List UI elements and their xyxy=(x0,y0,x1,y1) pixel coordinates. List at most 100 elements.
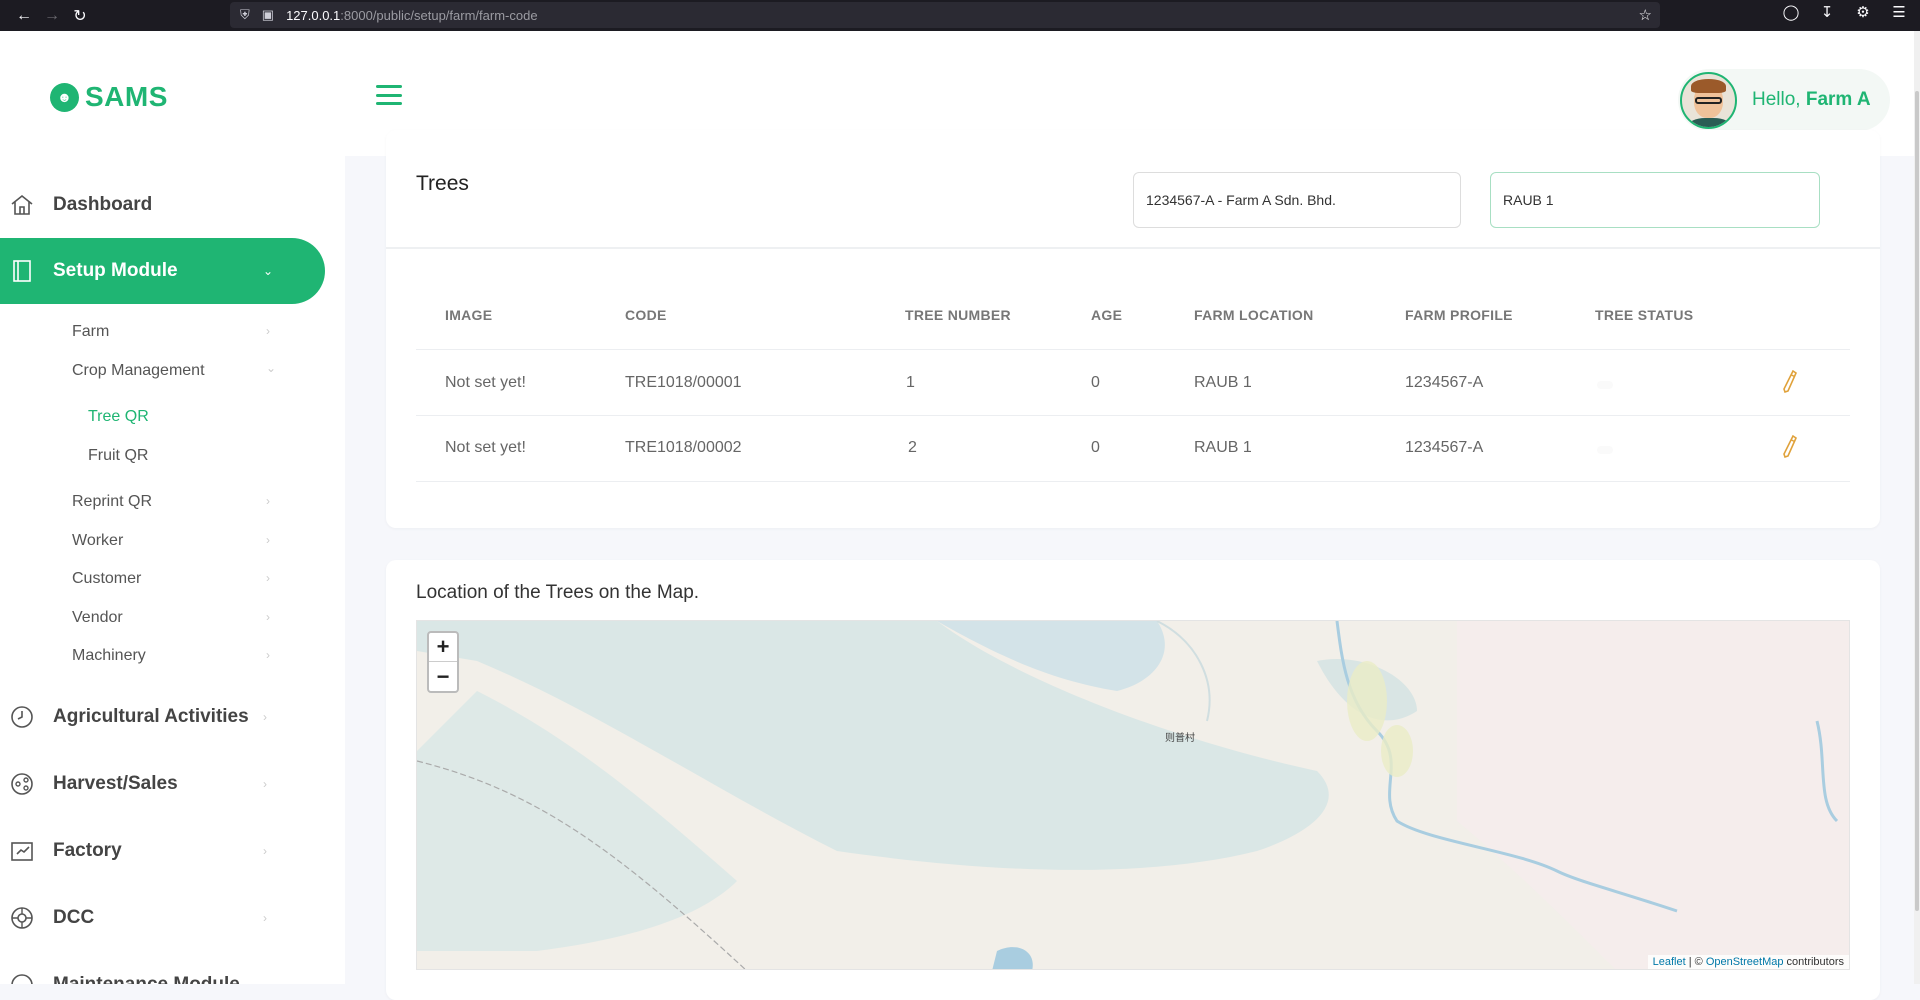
chevron-right-icon: › xyxy=(263,710,267,724)
url-path: :8000/public/setup/farm/farm-code xyxy=(340,7,538,23)
hamburger-menu-icon[interactable] xyxy=(376,85,402,105)
sidebar-sub-farm[interactable]: Farm xyxy=(72,323,109,341)
edit-pencil-icon[interactable] xyxy=(1779,369,1801,395)
chevron-right-icon: › xyxy=(266,648,270,662)
cell-farm-profile: 1234567-A xyxy=(1405,439,1484,456)
chevron-down-icon: ⌄ xyxy=(266,361,277,375)
row-divider xyxy=(416,415,1850,416)
column-header-tree-status: TREE STATUS xyxy=(1595,307,1694,323)
page-icon: ▣ xyxy=(261,7,275,22)
cell-code: TRE1018/00002 xyxy=(625,439,742,456)
user-greeting: Hello, Farm A xyxy=(1752,89,1871,110)
trees-title: Trees xyxy=(416,172,469,195)
bookmark-star-icon[interactable]: ☆ xyxy=(1639,6,1652,24)
chevron-right-icon: › xyxy=(266,494,270,508)
zoom-control: + − xyxy=(427,631,459,693)
status-badge xyxy=(1597,446,1613,454)
sidebar-sub-crop-management[interactable]: Crop Management xyxy=(72,362,205,380)
map-card: Location of the Trees on the Map. 则普村 + … xyxy=(386,560,1880,1000)
book-icon xyxy=(9,259,35,283)
factory-icon xyxy=(9,839,35,863)
zoom-in-button[interactable]: + xyxy=(429,633,457,662)
sidebar-sub-reprint-qr[interactable]: Reprint QR xyxy=(72,493,152,511)
map-attribution: Leaflet | © OpenStreetMap contributors xyxy=(1647,955,1849,969)
row-divider xyxy=(416,349,1850,350)
logo-text: SAMS xyxy=(85,81,168,112)
reload-icon[interactable]: ↻ xyxy=(66,2,94,30)
user-profile-chip[interactable]: Hello, Farm A xyxy=(1678,69,1890,131)
cell-age: 0 xyxy=(1091,374,1100,391)
cell-farm-profile: 1234567-A xyxy=(1405,374,1484,391)
sidebar-sub-customer[interactable]: Customer xyxy=(72,570,141,588)
address-bar[interactable]: ⛨ ▣ 127.0.0.1:8000/public/setup/farm/far… xyxy=(230,2,1660,28)
sidebar-item-setup-module[interactable]: Setup Module ⌄ xyxy=(0,238,325,304)
chevron-right-icon: › xyxy=(263,911,267,925)
logo-icon: ☻ xyxy=(50,82,79,112)
status-badge xyxy=(1597,381,1613,389)
chevron-right-icon: › xyxy=(266,571,270,585)
farm-location-select[interactable]: RAUB 1 xyxy=(1490,172,1820,228)
sidebar-subsub-fruit-qr[interactable]: Fruit QR xyxy=(88,447,148,465)
cell-tree-number: 2 xyxy=(908,439,917,456)
cell-code: TRE1018/00001 xyxy=(625,374,742,391)
column-header-image: IMAGE xyxy=(445,307,493,323)
sidebar-item-agricultural-activities[interactable]: Agricultural Activities › xyxy=(0,684,325,750)
cell-farm-location: RAUB 1 xyxy=(1194,374,1252,391)
column-header-farm-location: FARM LOCATION xyxy=(1194,307,1314,323)
chevron-right-icon: › xyxy=(263,777,267,791)
column-header-age: AGE xyxy=(1091,307,1123,323)
globe-icon xyxy=(9,906,35,930)
chevron-down-icon: ⌄ xyxy=(263,264,274,278)
map-view[interactable]: 则普村 + − Leaflet | © OpenStreetMap contri… xyxy=(416,620,1850,970)
share-icon xyxy=(9,772,35,796)
download-icon[interactable]: ↧ xyxy=(1816,3,1838,21)
sidebar-item-maintenance-module[interactable]: Maintenance Module xyxy=(0,952,325,984)
pocket-icon[interactable]: ◯ xyxy=(1780,3,1802,21)
osm-link[interactable]: OpenStreetMap xyxy=(1706,956,1784,968)
cell-image: Not set yet! xyxy=(445,374,526,391)
sidebar: Dashboard Setup Module ⌄ Farm › Crop Man… xyxy=(0,156,345,984)
sidebar-sub-worker[interactable]: Worker xyxy=(72,532,123,550)
browser-toolbar: ← → ↻ ⛨ ▣ 127.0.0.1:8000/public/setup/fa… xyxy=(0,0,1920,31)
trees-card: Trees 1234567-A - Farm A Sdn. Bhd. RAUB … xyxy=(386,130,1880,528)
map-tiles xyxy=(417,621,1849,969)
cell-farm-location: RAUB 1 xyxy=(1194,439,1252,456)
sidebar-item-dashboard[interactable]: Dashboard xyxy=(0,172,325,238)
column-header-tree-number: TREE NUMBER xyxy=(905,307,1011,323)
chevron-right-icon: › xyxy=(266,533,270,547)
cell-age: 0 xyxy=(1091,439,1100,456)
sidebar-sub-machinery[interactable]: Machinery xyxy=(72,647,146,665)
user-name: Farm A xyxy=(1805,89,1871,110)
chevron-right-icon: › xyxy=(263,844,267,858)
clock-icon xyxy=(9,705,35,729)
chevron-right-icon: › xyxy=(266,610,270,624)
zoom-out-button[interactable]: − xyxy=(429,662,457,691)
chevron-right-icon: › xyxy=(266,324,270,338)
extensions-icon[interactable]: ⚙ xyxy=(1852,3,1874,21)
forward-icon[interactable]: → xyxy=(38,2,66,30)
map-place-label: 则普村 xyxy=(1165,733,1195,744)
divider xyxy=(386,247,1880,249)
tool-icon xyxy=(9,973,35,984)
leaflet-link[interactable]: Leaflet xyxy=(1653,956,1686,968)
farm-profile-select[interactable]: 1234567-A - Farm A Sdn. Bhd. xyxy=(1133,172,1461,228)
url-host: 127.0.0.1 xyxy=(286,7,341,23)
column-header-code: CODE xyxy=(625,307,667,323)
back-icon[interactable]: ← xyxy=(10,2,38,30)
sidebar-item-harvest-sales[interactable]: Harvest/Sales › xyxy=(0,751,325,817)
cell-image: Not set yet! xyxy=(445,439,526,456)
sidebar-subsub-tree-qr[interactable]: Tree QR xyxy=(88,408,149,426)
sidebar-sub-vendor[interactable]: Vendor xyxy=(72,609,123,627)
logo[interactable]: ☻ SAMS xyxy=(50,81,168,113)
map-title: Location of the Trees on the Map. xyxy=(416,582,700,603)
column-header-farm-profile: FARM PROFILE xyxy=(1405,307,1513,323)
sidebar-item-dcc[interactable]: DCC › xyxy=(0,885,325,951)
cell-tree-number: 1 xyxy=(906,374,915,391)
edit-pencil-icon[interactable] xyxy=(1779,434,1801,460)
sidebar-item-factory[interactable]: Factory › xyxy=(0,818,325,884)
menu-icon[interactable]: ☰ xyxy=(1888,3,1910,21)
row-divider xyxy=(416,481,1850,482)
shield-icon: ⛨ xyxy=(240,7,250,22)
home-icon xyxy=(9,193,35,217)
page-scrollbar[interactable] xyxy=(1914,31,1920,984)
